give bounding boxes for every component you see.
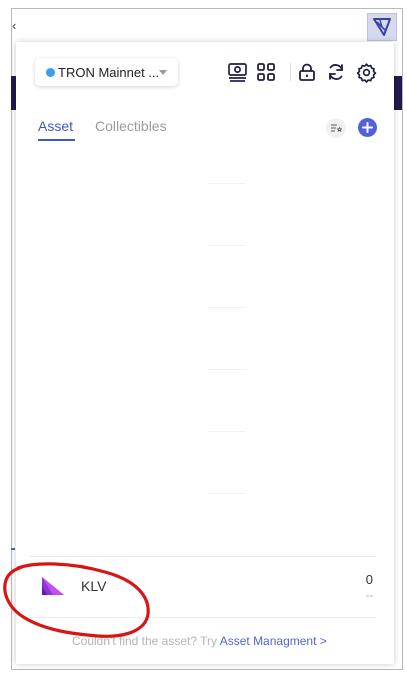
chevron-down-icon xyxy=(159,70,167,75)
list-divider xyxy=(30,556,376,557)
network-selector[interactable]: TRON Mainnet ... xyxy=(35,58,178,86)
active-tab-indicator xyxy=(38,139,75,141)
network-status-dot xyxy=(46,67,55,77)
lock-icon xyxy=(299,63,315,81)
tab-collectibles[interactable]: Collectibles xyxy=(95,118,167,134)
grid-icon xyxy=(257,63,275,81)
list-placeholder-line xyxy=(208,493,246,494)
asset-value: -- xyxy=(365,590,373,602)
lock-button[interactable] xyxy=(296,61,318,83)
wallet-extension-button[interactable] xyxy=(367,13,397,41)
list-placeholder-line xyxy=(208,183,246,184)
tab-asset[interactable]: Asset xyxy=(38,118,73,134)
list-placeholder-line xyxy=(208,431,246,432)
add-token-button[interactable] xyxy=(358,118,377,137)
settings-icon xyxy=(356,62,376,83)
asset-help-footer: Couldn't find the asset? Try Asset Manag… xyxy=(72,634,327,648)
window-border xyxy=(11,8,403,9)
asset-balance: 0 xyxy=(365,572,373,587)
window-border xyxy=(402,8,403,670)
page-background-strip xyxy=(11,548,15,550)
list-star-icon xyxy=(331,124,342,132)
asset-management-link[interactable]: Asset Managment > xyxy=(220,634,327,648)
wallet-stack-icon xyxy=(227,63,247,82)
browser-toolbar xyxy=(0,0,407,42)
grid-button[interactable] xyxy=(255,61,277,83)
refresh-button[interactable] xyxy=(325,61,347,83)
plus-icon xyxy=(362,122,373,133)
klv-token-icon xyxy=(42,577,64,595)
list-placeholder-line xyxy=(208,369,246,370)
list-placeholder-line xyxy=(208,245,246,246)
token-sort-button[interactable] xyxy=(326,118,346,138)
settings-button[interactable] xyxy=(355,61,377,83)
wallet-extension-icon xyxy=(373,18,391,36)
refresh-icon xyxy=(329,64,343,80)
asset-name: KLV xyxy=(81,578,107,594)
footer-text: Couldn't find the asset? Try xyxy=(72,634,220,648)
screenshot-stage: ‹ TRON Mainnet ... Asset Collectibles KL… xyxy=(0,0,407,677)
window-border xyxy=(11,669,403,670)
wallet-stack-button[interactable] xyxy=(226,61,248,83)
toolbar-divider xyxy=(290,63,291,81)
network-label: TRON Mainnet ... xyxy=(58,64,160,80)
list-placeholder-line xyxy=(208,307,246,308)
page-background-strip xyxy=(394,76,402,110)
browser-edge-glyph: ‹ xyxy=(12,18,17,33)
asset-row-klv[interactable]: KLV 0 -- xyxy=(30,558,376,616)
list-divider xyxy=(30,617,376,618)
